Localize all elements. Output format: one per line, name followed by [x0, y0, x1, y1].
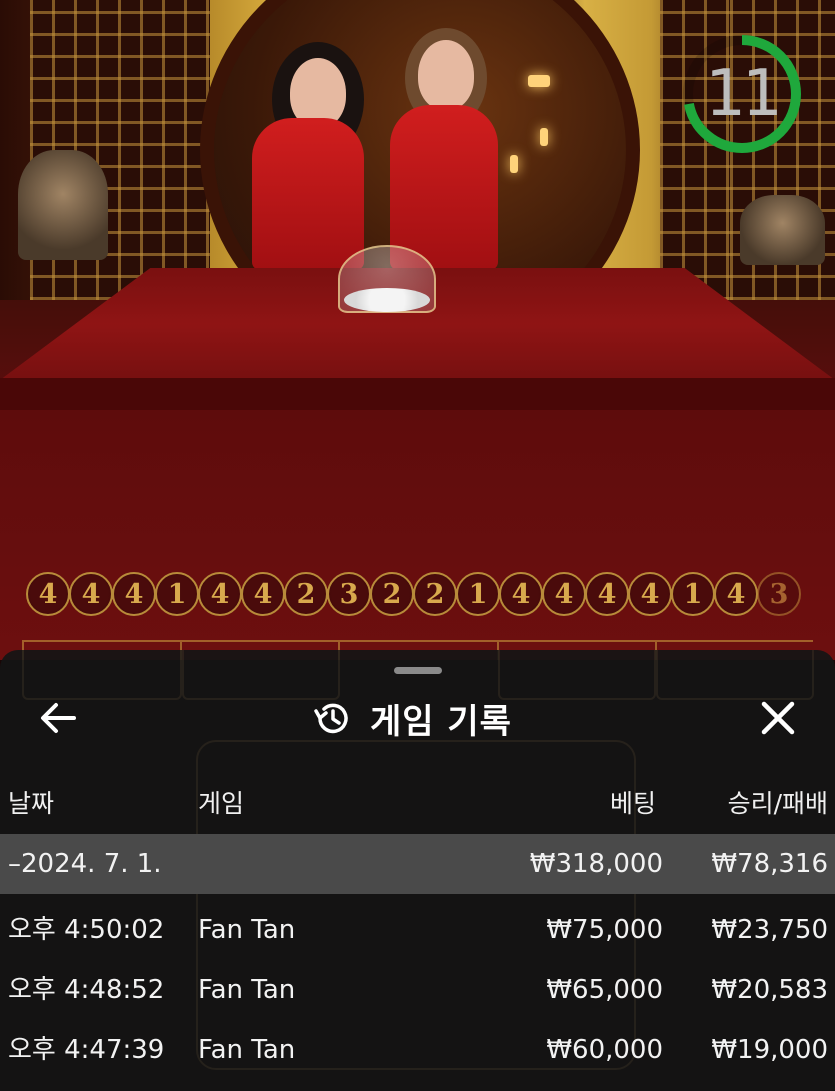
candle-light: [540, 128, 548, 146]
history-row[interactable]: 오후 4:48:52 Fan Tan ₩65,000 ₩20,583: [0, 960, 835, 1020]
lantern-light: [528, 75, 550, 87]
round-bet: ₩60,000: [546, 1035, 663, 1065]
history-bead: 2: [370, 572, 414, 616]
table-edge: [0, 378, 835, 414]
history-bead: 4: [26, 572, 70, 616]
history-row[interactable]: 오후 4:47:39 Fan Tan ₩60,000 ₩19,000: [0, 1020, 835, 1080]
game-history-sheet: 게임 기록 날짜 게임 베팅 승리/패배 –2024. 7. 1. ₩318,0…: [0, 650, 835, 1091]
history-icon: [314, 703, 348, 734]
history-bead: 4: [714, 572, 758, 616]
history-bead: 4: [499, 572, 543, 616]
date-summary-row[interactable]: –2024. 7. 1. ₩318,000 ₩78,316: [0, 834, 835, 894]
table-felt: [0, 410, 835, 660]
history-bead: 4: [542, 572, 586, 616]
column-header-game: 게임: [198, 789, 245, 818]
round-result: ₩19,000: [711, 1035, 828, 1065]
round-bet: ₩65,000: [546, 975, 663, 1005]
history-bead: 4: [585, 572, 629, 616]
timer-seconds: 11: [705, 57, 782, 131]
sheet-header: 게임 기록: [0, 690, 835, 746]
round-game: Fan Tan: [198, 975, 296, 1005]
history-bead: 3: [327, 572, 371, 616]
arrow-left-icon: [41, 703, 76, 733]
column-header-result: 승리/패배: [727, 789, 828, 818]
close-icon: [761, 701, 795, 735]
round-bet: ₩75,000: [546, 915, 663, 945]
bonsai-decoration: [18, 150, 108, 260]
fan-tan-beads: [344, 288, 430, 312]
round-time: 오후 4:47:39: [8, 1035, 165, 1065]
round-result: ₩23,750: [711, 915, 828, 945]
history-bead: 4: [628, 572, 672, 616]
summary-bet: ₩318,000: [529, 849, 663, 879]
round-game: Fan Tan: [198, 1035, 296, 1065]
column-header-bet: 베팅: [609, 789, 656, 818]
history-bead: 3: [757, 572, 801, 616]
history-row[interactable]: 오후 4:50:02 Fan Tan ₩75,000 ₩23,750: [0, 900, 835, 960]
candle-light: [510, 155, 518, 173]
close-button[interactable]: [754, 696, 802, 740]
round-game: Fan Tan: [198, 915, 296, 945]
sheet-title: 게임 기록: [370, 701, 512, 742]
column-header-date: 날짜: [8, 789, 55, 818]
result-history-strip: 444144232214444143: [26, 572, 835, 622]
summary-result: ₩78,316: [711, 849, 828, 879]
sheet-drag-handle[interactable]: [394, 667, 442, 674]
round-result: ₩20,583: [711, 975, 828, 1005]
history-bead: 4: [69, 572, 113, 616]
history-bead: 2: [413, 572, 457, 616]
history-bead: 4: [112, 572, 156, 616]
history-bead: 2: [284, 572, 328, 616]
dragon-statue: [740, 195, 825, 265]
history-bead: 1: [671, 572, 715, 616]
history-bead: 1: [456, 572, 500, 616]
history-bead: 4: [241, 572, 285, 616]
history-bead: 1: [155, 572, 199, 616]
round-time: 오후 4:48:52: [8, 975, 165, 1005]
summary-date: –2024. 7. 1.: [8, 849, 162, 879]
history-bead: 4: [198, 572, 242, 616]
back-button[interactable]: [36, 696, 80, 740]
round-time: 오후 4:50:02: [8, 915, 165, 945]
countdown-timer: 11: [680, 32, 804, 156]
